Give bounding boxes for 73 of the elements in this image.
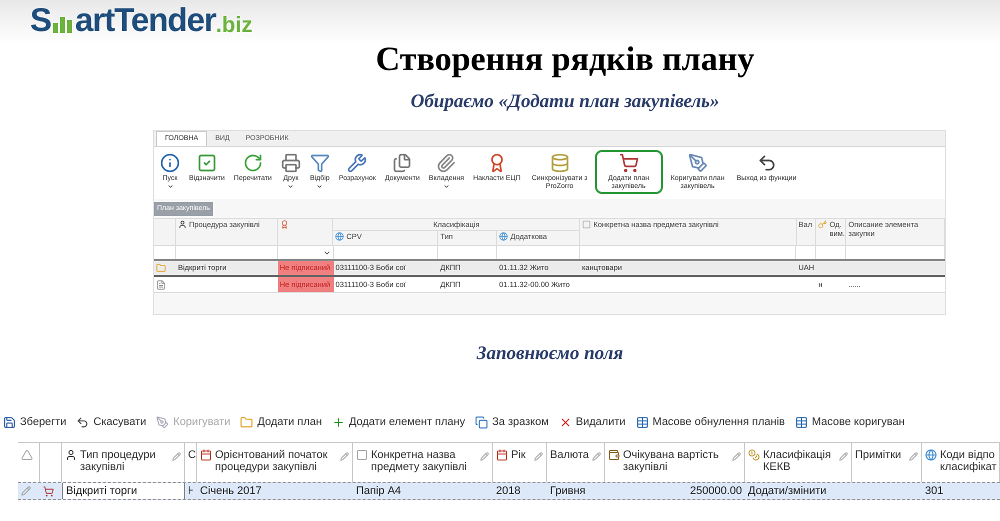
database-icon bbox=[550, 153, 570, 173]
globe-icon bbox=[925, 449, 937, 461]
toolbar-button[interactable]: Додати план bbox=[240, 414, 322, 430]
person-icon bbox=[65, 449, 77, 461]
globe-icon bbox=[335, 232, 344, 241]
wrench-icon bbox=[347, 153, 368, 173]
section-title: Заповнюємо поля bbox=[476, 342, 624, 366]
table-row[interactable]: Відкриті торги ⊦ Січень 2017 Папір А4 2018 Гривня 250000.00 Додати/змінити 301 bbox=[18, 482, 1000, 500]
edit-icon[interactable] bbox=[732, 452, 741, 461]
undo-icon bbox=[76, 416, 90, 428]
edit-icon[interactable] bbox=[340, 452, 349, 461]
table-icon bbox=[794, 416, 808, 428]
document-icon bbox=[156, 280, 166, 290]
pen-icon bbox=[156, 416, 170, 428]
table-cell-text: Папір А4 bbox=[356, 484, 402, 499]
caret-icon bbox=[166, 183, 174, 190]
edit-icon[interactable] bbox=[839, 452, 848, 461]
edit-icon[interactable] bbox=[909, 452, 918, 461]
caret-icon bbox=[442, 183, 450, 190]
table-icon bbox=[636, 416, 649, 428]
corner-icon bbox=[21, 449, 33, 461]
copy-icon bbox=[475, 416, 488, 428]
filter-icon bbox=[310, 153, 330, 173]
folder-icon bbox=[240, 416, 254, 428]
undo-icon bbox=[756, 153, 777, 173]
edit-icon[interactable] bbox=[534, 452, 543, 461]
wallet-icon bbox=[608, 449, 620, 461]
paperclip-icon bbox=[436, 153, 456, 173]
table-cell-text: Січень 2017 bbox=[200, 484, 262, 499]
calendar-icon bbox=[200, 449, 212, 461]
save-icon bbox=[3, 416, 16, 428]
table-cell-text: Гривня bbox=[550, 484, 586, 499]
toolbar-button[interactable]: Скасувати bbox=[76, 414, 146, 430]
caret-icon bbox=[287, 183, 294, 190]
edit-icon[interactable] bbox=[21, 486, 31, 496]
key-icon bbox=[818, 220, 828, 229]
caret-icon bbox=[316, 183, 324, 190]
calendar-icon bbox=[496, 449, 508, 461]
edit-icon[interactable] bbox=[592, 452, 601, 461]
toolbar-button[interactable]: За зразком bbox=[475, 414, 549, 430]
pen-icon bbox=[688, 153, 708, 173]
plus-icon bbox=[332, 416, 345, 428]
award-icon bbox=[280, 220, 289, 229]
toolbar-button[interactable]: Додати елемент плану bbox=[332, 414, 466, 430]
table-cell-text: Додати/змінити bbox=[748, 484, 826, 499]
edit-icon[interactable] bbox=[480, 452, 489, 461]
toolbar-button[interactable]: Масове коригуван bbox=[794, 414, 905, 430]
documents-icon bbox=[392, 153, 412, 173]
folder-icon bbox=[156, 263, 166, 273]
square-icon bbox=[356, 449, 368, 461]
close-icon bbox=[558, 416, 572, 428]
table-cell-text: 250000.00 bbox=[690, 484, 742, 499]
table-cell-text: 301 bbox=[925, 484, 944, 499]
printer-icon bbox=[280, 153, 301, 173]
table-cell-text: 2018 bbox=[496, 484, 520, 499]
coins-icon bbox=[748, 449, 760, 461]
slide-subtitle: Обираємо «Додати план закупівель» bbox=[410, 90, 720, 114]
square-icon bbox=[582, 220, 592, 229]
globe-icon bbox=[499, 232, 508, 241]
table-cell-text: ⊦ bbox=[188, 484, 194, 499]
toolbar-button[interactable]: Зберегти bbox=[3, 414, 66, 430]
refresh-icon bbox=[242, 153, 263, 173]
slide-title: Створення рядків плану bbox=[374, 40, 756, 80]
toolbar-button[interactable]: Масове обнулення планів bbox=[636, 414, 785, 430]
toolbar-button[interactable]: Видалити bbox=[558, 414, 626, 430]
cart-icon bbox=[43, 486, 54, 496]
table-cell-text: Відкриті торги bbox=[66, 484, 138, 499]
edit-icon[interactable] bbox=[172, 452, 181, 461]
cart-icon bbox=[618, 153, 639, 173]
checkbox-icon bbox=[196, 153, 217, 173]
person-icon bbox=[178, 220, 187, 229]
logo: S artTender.biz bbox=[30, 2, 252, 38]
info-icon bbox=[160, 153, 180, 173]
